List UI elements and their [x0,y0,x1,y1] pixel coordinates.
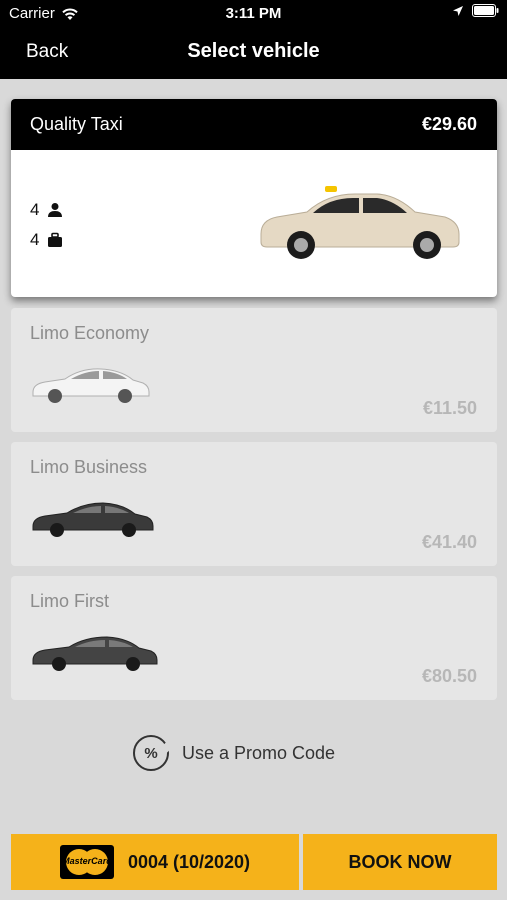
business-car-image [32,502,154,537]
briefcase-icon [48,232,63,247]
status-right [452,4,499,17]
book-now-button[interactable]: BOOK NOW [303,834,497,890]
status-time: 3:11 PM [225,5,282,22]
nav-bar: Back Select vehicle [0,28,507,79]
vehicle-option-limo-economy[interactable]: Limo Economy €11.50 [11,308,497,432]
page-title: Select vehicle [187,40,320,62]
first-class-car-image [32,636,158,671]
vehicle-price: €41.40 [421,532,477,552]
vehicle-option-limo-first[interactable]: Limo First €80.50 [11,576,497,700]
person-icon [48,203,63,217]
passenger-count: 4 [30,200,40,219]
vehicle-option-limo-business[interactable]: Limo Business €41.40 [11,442,497,566]
battery-icon [472,4,499,17]
mastercard-icon: MasterCard [59,845,114,879]
vehicle-name: Limo Business [30,457,148,477]
vehicle-price: €80.50 [421,666,477,686]
promo-code-label: Use a Promo Code [182,742,336,763]
selected-vehicle-header: Quality Taxi €29.60 [11,99,497,150]
location-arrow-icon [453,5,463,16]
luggage-capacity: 4 [30,230,63,250]
percent-icon: % [133,735,169,771]
selected-vehicle-card[interactable]: Quality Taxi €29.60 4 4 [11,99,497,297]
mastercard-logo-text: MasterCard [62,856,112,866]
payment-card-label: 0004 (10/2020) [127,851,251,872]
promo-code-button[interactable]: % Use a Promo Code [133,735,335,771]
vehicle-name: Limo First [30,591,110,611]
payment-method-button[interactable]: MasterCard 0004 (10/2020) [11,834,299,890]
status-bar: Carrier 3:11 PM [0,0,507,28]
luggage-count: 4 [30,230,40,249]
passenger-capacity: 4 [30,200,63,220]
selected-vehicle-price: €29.60 [421,114,477,134]
selected-vehicle-name: Quality Taxi [30,114,123,134]
vehicle-name: Limo Economy [30,323,150,343]
vehicle-price: €11.50 [422,398,477,418]
taxi-car-image [260,186,460,259]
economy-car-image [32,368,150,403]
